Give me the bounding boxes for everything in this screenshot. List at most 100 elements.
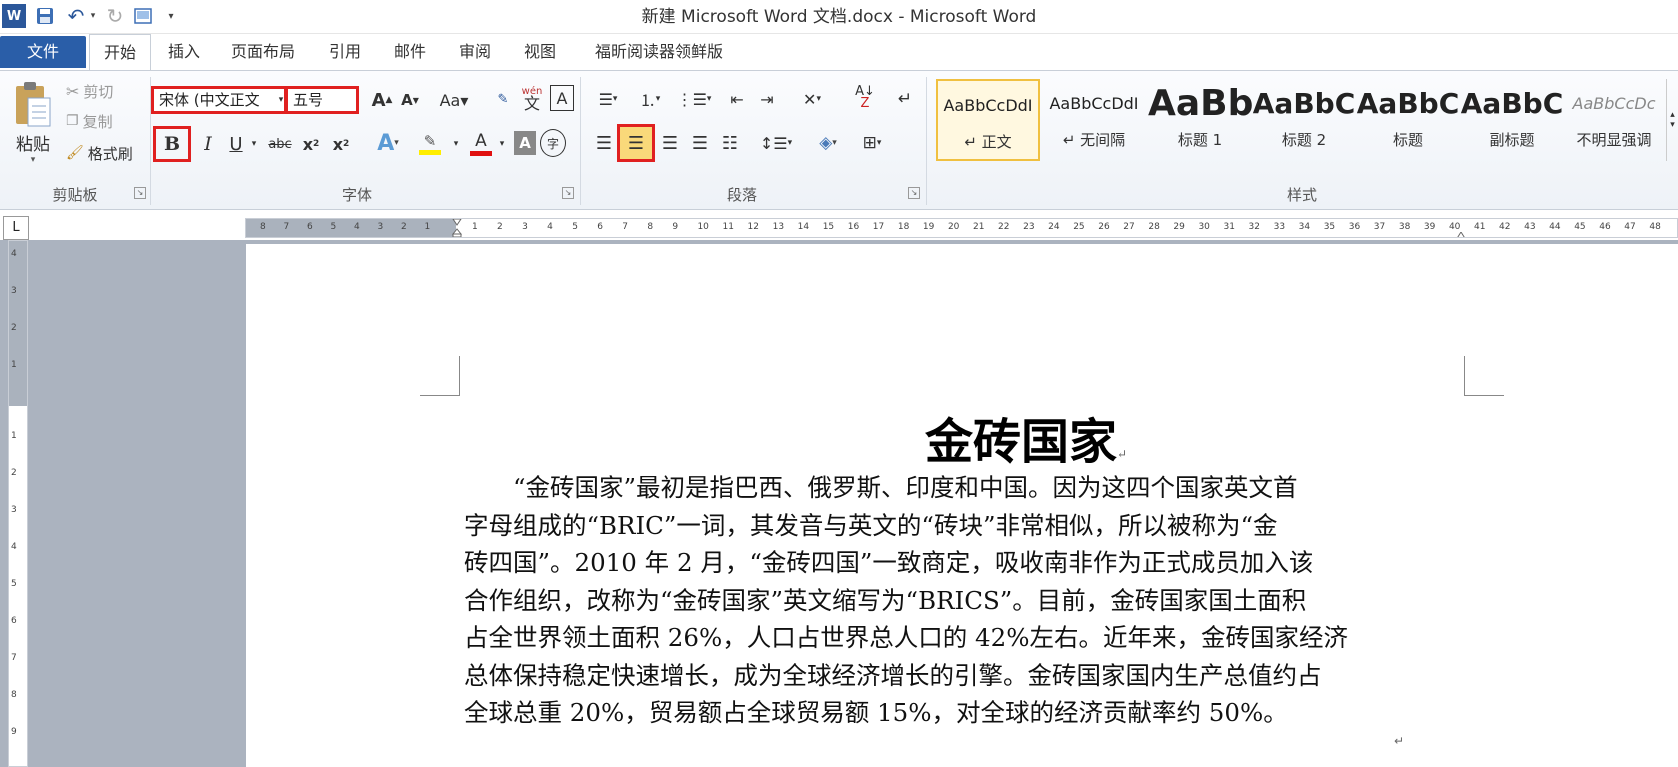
right-indent-marker-icon[interactable] xyxy=(1456,229,1466,237)
font-color-dropdown-icon[interactable]: ▾ xyxy=(496,129,508,159)
shading-icon[interactable]: ◈ ▾ xyxy=(808,127,848,159)
subscript-button[interactable]: x2 xyxy=(298,129,324,159)
ruler-tick-label: 4 xyxy=(354,222,360,232)
vertical-ruler[interactable]: 4 3 2 1 1 2 3 4 5 6 7 8 9 xyxy=(8,240,28,767)
underline-dropdown-icon[interactable]: ▾ xyxy=(248,129,260,159)
style-subtle-emphasis[interactable]: AaBbCcDc 不明显强调 xyxy=(1564,79,1664,161)
vertical-ruler-tick-label: 8 xyxy=(11,690,17,700)
line-spacing-icon[interactable]: ↕☰ ▾ xyxy=(756,127,796,159)
ruler-tick-label: 21 xyxy=(973,222,985,232)
tab-file[interactable]: 文件 xyxy=(0,36,86,68)
increase-indent-icon[interactable]: ⇥ xyxy=(754,85,780,113)
tab-foxit-reader[interactable]: 福昕阅读器领鲜版 xyxy=(578,34,740,70)
ruler-tick-label: 22 xyxy=(998,222,1010,232)
character-shading-icon[interactable]: A xyxy=(514,131,536,155)
word-app-icon[interactable]: W xyxy=(2,4,26,28)
tab-review[interactable]: 审阅 xyxy=(450,34,500,70)
vertical-ruler-tick-label: 1 xyxy=(11,431,17,441)
font-name-combo[interactable]: 宋体 (中文正文 xyxy=(151,86,287,114)
paste-button[interactable]: 粘贴 ▾ xyxy=(8,77,58,167)
customize-qat-icon[interactable]: ▾ xyxy=(164,4,178,28)
show-formatting-marks-icon[interactable]: ↵ xyxy=(894,85,916,113)
ruler-tick-label: 1 xyxy=(472,222,478,232)
clipboard-launcher-icon[interactable]: ↘ xyxy=(134,187,146,199)
redo-icon[interactable]: ↻ xyxy=(104,4,126,28)
ruler-tick-label: 8 xyxy=(647,222,654,232)
clear-formatting-icon[interactable]: ✎ xyxy=(490,85,516,113)
borders-icon[interactable]: ⊞ ▾ xyxy=(852,127,892,159)
crop-mark-top-left xyxy=(420,356,460,396)
align-right-icon[interactable]: ☰ xyxy=(656,127,684,159)
paste-dropdown-icon[interactable]: ▾ xyxy=(31,155,36,165)
style-title[interactable]: AaBbC 标题 xyxy=(1356,79,1460,161)
styles-scroll-icon[interactable]: ▴ ▾ xyxy=(1666,79,1678,161)
shrink-font-icon[interactable]: A ▼ xyxy=(398,87,422,113)
font-launcher-icon[interactable]: ↘ xyxy=(562,187,574,199)
bullets-icon[interactable]: ☰ ▾ xyxy=(590,85,626,113)
style-heading-1[interactable]: AaBb 标题 1 xyxy=(1148,79,1252,161)
ruler-tick-label: 29 xyxy=(1173,222,1185,232)
multilevel-list-icon[interactable]: ⋮☰ ▾ xyxy=(674,85,714,113)
horizontal-ruler[interactable]: 87654321 1 2 3 4 5 6 7 8 9 10 11 12 13 14 15 16 17 18 19 20… xyxy=(245,218,1678,238)
font-size-combo[interactable]: 五号 xyxy=(285,86,359,114)
ruler-tick-label: 20 xyxy=(947,222,960,232)
numbering-icon[interactable]: ⒈ ▾ xyxy=(632,85,668,113)
print-preview-icon[interactable] xyxy=(132,4,154,28)
style-preview: AaBb xyxy=(1148,83,1252,124)
cut-button[interactable]: ✂ 剪切 xyxy=(66,79,136,103)
ruler-tick-label: 28 xyxy=(1148,222,1160,232)
superscript-button[interactable]: x2 xyxy=(328,129,354,159)
style-normal[interactable]: AaBbCcDdI ↵ 正文 xyxy=(936,79,1040,161)
justify-icon[interactable]: ☰ xyxy=(686,127,714,159)
decrease-indent-icon[interactable]: ⇤ xyxy=(724,85,750,113)
undo-icon[interactable]: ↶ xyxy=(66,4,86,28)
style-subtitle[interactable]: AaBbC 副标题 xyxy=(1460,79,1564,161)
font-group-label: 字体 xyxy=(341,186,372,204)
align-center-icon[interactable]: ☰ xyxy=(617,124,655,162)
document-body[interactable]: “金砖国家”最初是指巴西、俄罗斯、印度和中国。因为这四个国家英文首 字母组成的“… xyxy=(464,469,1464,732)
character-border-icon[interactable]: A xyxy=(550,85,574,111)
tab-home[interactable]: 开始 xyxy=(89,34,151,71)
bold-button[interactable]: B xyxy=(153,126,191,162)
paste-icon xyxy=(16,81,51,126)
grow-font-icon[interactable]: A ▲ xyxy=(370,87,394,113)
vertical-ruler-tick-label: 7 xyxy=(11,653,17,663)
text-effects-icon[interactable]: A ▾ xyxy=(370,127,406,159)
highlight-dropdown-icon[interactable]: ▾ xyxy=(450,129,462,159)
save-icon[interactable] xyxy=(34,4,56,28)
copy-button[interactable]: ❐ 复制 xyxy=(66,109,136,133)
indent-marker-icon[interactable] xyxy=(451,219,463,237)
tab-insert[interactable]: 插入 xyxy=(158,34,210,70)
ruler-tick-label: 27 xyxy=(1123,222,1135,232)
strikethrough-button[interactable]: abc xyxy=(266,129,294,159)
style-heading-2[interactable]: AaBbC 标题 2 xyxy=(1252,79,1356,161)
undo-dropdown-icon[interactable]: ▾ xyxy=(88,4,98,28)
chinese-layout-icon[interactable]: ✕ ▾ xyxy=(792,85,832,113)
tab-selector[interactable]: L xyxy=(3,216,29,240)
format-painter-button[interactable]: 🖌 格式刷 xyxy=(66,141,148,165)
paragraph-launcher-icon[interactable]: ↘ xyxy=(908,187,920,199)
distributed-icon[interactable]: ☷ xyxy=(716,127,744,159)
title-bar: W ↶ ▾ ↻ ▾ 新建 Microsoft Word 文档.docx - Mi… xyxy=(0,0,1678,34)
tab-mailings[interactable]: 邮件 xyxy=(385,34,435,70)
align-left-icon[interactable]: ☰ xyxy=(590,127,618,159)
document-heading[interactable]: 金砖国家↵ xyxy=(666,402,1386,470)
ruler-tick-label: 38 xyxy=(1398,222,1411,232)
style-no-spacing[interactable]: AaBbCcDdI ↵ 无间隔 xyxy=(1042,79,1146,161)
italic-button[interactable]: I xyxy=(196,129,220,159)
underline-button[interactable]: U xyxy=(224,129,248,159)
sort-icon[interactable]: A↓ Z xyxy=(852,83,878,113)
phonetic-guide-icon[interactable]: wén 文 xyxy=(518,83,546,113)
font-color-icon[interactable]: A xyxy=(466,127,496,159)
body-line: “金砖国家”最初是指巴西、俄罗斯、印度和中国。因为这四个国家英文首 xyxy=(464,473,1298,502)
tab-references[interactable]: 引用 xyxy=(320,34,370,70)
highlight-color-icon[interactable]: ✎ xyxy=(412,127,448,159)
tab-view[interactable]: 视图 xyxy=(515,34,565,70)
tab-page-layout[interactable]: 页面布局 xyxy=(222,34,304,70)
enclose-characters-icon[interactable]: 字 xyxy=(540,129,566,157)
style-name: 标题 2 xyxy=(1281,131,1327,149)
body-line: 砖四国”。2010 年 2 月，“金砖四国”一致商定，吸收南非作为正式成员加入该 xyxy=(464,548,1314,577)
change-case-icon[interactable]: Aa▾ xyxy=(436,87,472,113)
style-preview: AaBbC xyxy=(1460,87,1564,120)
document-page[interactable]: 金砖国家↵ “金砖国家”最初是指巴西、俄罗斯、印度和中国。因为这四个国家英文首 … xyxy=(246,244,1678,767)
